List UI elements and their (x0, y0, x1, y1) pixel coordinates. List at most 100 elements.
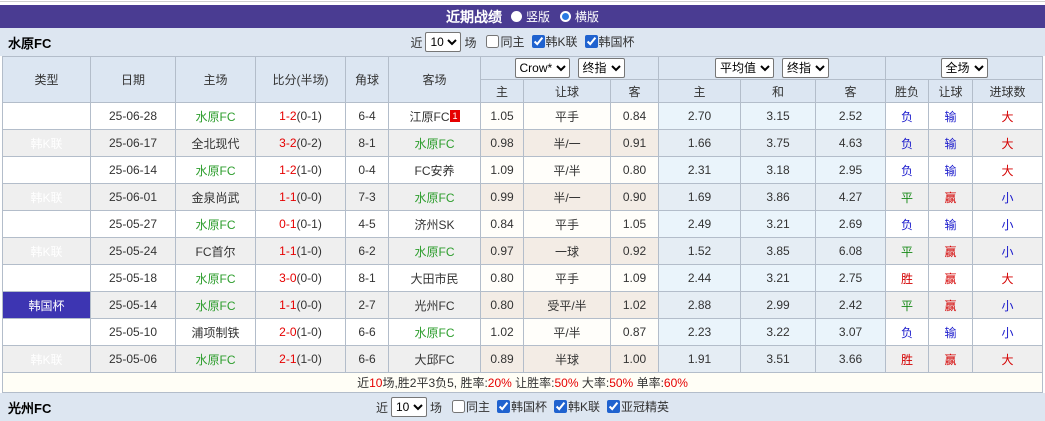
halftime-score: (0-2) (296, 136, 322, 150)
halftime-score: (0-0) (296, 271, 322, 285)
filter-option-韩K联[interactable]: 韩K联 (525, 33, 578, 50)
checkbox-韩国杯[interactable] (584, 35, 598, 48)
team-link[interactable]: 金泉尚武 (191, 191, 239, 205)
checkbox-同主[interactable] (451, 400, 465, 413)
away-team-cell: 大邱FC (388, 345, 481, 373)
team-link[interactable]: 江原FC (409, 110, 449, 124)
filter-option-韩国杯[interactable]: 韩国杯 (578, 33, 635, 50)
team-link[interactable]: 全北现代 (191, 137, 239, 151)
team-link[interactable]: FC安养 (415, 164, 455, 178)
col-score: 比分(半场) (255, 56, 346, 103)
halftime-score: (1-0) (296, 163, 322, 177)
filter-option-同主[interactable]: 同主 (479, 33, 525, 50)
goals-result-cell: 大 (972, 345, 1044, 373)
date-cell: 25-06-01 (90, 183, 176, 211)
rank-badge: 1 (450, 109, 460, 122)
team-link[interactable]: 水原FC (415, 245, 455, 259)
fulltime-score: 2-1 (279, 352, 297, 366)
checkbox-韩国杯[interactable] (497, 400, 510, 413)
hcap-away-odds: 0.91 (610, 129, 659, 157)
team-link[interactable]: 水原FC (196, 353, 236, 367)
col-euro-draw: 和 (740, 79, 816, 103)
outcome-result: 负 (901, 217, 914, 232)
euro-draw-odds: 3.51 (740, 345, 816, 373)
team-name-heading: 水原FC (8, 35, 52, 51)
outcome-cell: 负 (885, 210, 930, 238)
hcap-away-odds: 1.02 (610, 291, 659, 319)
outcome-result: 平 (901, 298, 914, 313)
halftime-score: (1-0) (296, 244, 322, 258)
team-link[interactable]: 水原FC (196, 164, 236, 178)
team-link[interactable]: 济州SK (414, 218, 454, 232)
match-count-select[interactable]: 10 (425, 32, 462, 52)
outcome-result: 负 (901, 163, 914, 178)
date-cell: 25-05-18 (90, 264, 176, 292)
score-cell: 3-2(0-2) (255, 129, 346, 157)
league-cell: 韩K联 (2, 318, 91, 346)
handicap-result-cell: 输 (928, 210, 974, 238)
table-body: 韩K联 25-06-28 水原FC 1-2(0-1) 6-4 江原FC 1 1.05 平手 0.8… (2, 102, 1044, 373)
col-outcome: 胜负 (885, 79, 930, 103)
checkbox-韩K联[interactable] (531, 35, 545, 48)
col-hcap-line: 让球 (523, 79, 611, 103)
date-cell: 25-06-28 (90, 102, 176, 130)
filter-option-亚冠精英[interactable]: 亚冠精英 (600, 398, 669, 415)
home-team-cell: 浦项制铁 (175, 318, 256, 346)
goals-result: 大 (1001, 352, 1014, 367)
next-league-filter-checkboxes: 同主 韩国杯 韩K联 亚冠精英 (445, 398, 669, 416)
outcome-cell: 负 (885, 156, 930, 184)
league-cell: 韩K联 (2, 237, 91, 265)
radio-selected-icon[interactable] (560, 11, 571, 22)
team-link[interactable]: 光州FC (415, 299, 455, 313)
outcome-cell: 胜 (885, 264, 930, 292)
team-link[interactable]: 水原FC (196, 218, 236, 232)
corner-cell: 6-6 (345, 318, 389, 346)
euro-home-odds: 2.88 (658, 291, 741, 319)
team-link[interactable]: 水原FC (196, 299, 236, 313)
date-cell: 25-05-24 (90, 237, 176, 265)
layout-option-横版[interactable]: 横版 (560, 8, 599, 25)
team-link[interactable]: 水原FC (415, 191, 455, 205)
outcome-result: 平 (901, 244, 914, 259)
filter-option-韩国杯[interactable]: 韩国杯 (490, 398, 547, 415)
handicap-select-cell: Crow* 终指 (480, 56, 659, 80)
euro-odds-type-select[interactable]: 平均值 (715, 58, 774, 78)
euro-draw-odds: 3.21 (740, 210, 816, 238)
team-link[interactable]: 水原FC (415, 326, 455, 340)
team-link[interactable]: 水原FC (415, 137, 455, 151)
bookmaker-select[interactable]: Crow* (514, 58, 570, 78)
league-cell: 韩K联 (2, 264, 91, 292)
league-cell: 韩K联 (2, 129, 91, 157)
filter-option-韩K联[interactable]: 韩K联 (547, 398, 600, 415)
team-link[interactable]: 大田市民 (410, 272, 458, 286)
team-link[interactable]: FC首尔 (196, 245, 236, 259)
team-link[interactable]: 水原FC (196, 272, 236, 286)
team-link[interactable]: 浦项制铁 (191, 326, 239, 340)
next-match-count-select[interactable]: 10 (390, 397, 427, 417)
col-euro-home: 主 (658, 79, 741, 103)
home-team-cell: 水原FC (175, 210, 256, 238)
checkbox-同主[interactable] (486, 35, 500, 48)
checkbox-韩K联[interactable] (554, 400, 568, 413)
score-cell: 2-1(1-0) (255, 345, 346, 373)
away-team-cell: 济州SK (388, 210, 481, 238)
team-link[interactable]: 大邱FC (415, 353, 455, 367)
outcome-cell: 胜 (885, 345, 930, 373)
col-goals: 进球数 (972, 79, 1044, 103)
team-link[interactable]: 水原FC (196, 110, 236, 124)
filter-option-同主[interactable]: 同主 (445, 398, 490, 415)
hcap-line: 半球 (523, 345, 611, 373)
away-team-cell: 江原FC 1 (388, 102, 481, 130)
radio-unselected-icon[interactable] (510, 11, 522, 22)
scope-select[interactable]: 全场 (940, 58, 988, 78)
home-team-cell: 金泉尚武 (175, 183, 256, 211)
league-cell: 韩K联 (2, 183, 91, 211)
checkbox-亚冠精英[interactable] (607, 400, 621, 413)
euro-time-select[interactable]: 终指 (782, 58, 829, 78)
summary-segment: 单率: (633, 376, 664, 390)
outcome-cell: 负 (885, 129, 930, 157)
filter-controls: 近 10 场 同主 韩K联 韩国杯 (0, 28, 1045, 56)
handicap-time-select[interactable]: 终指 (577, 58, 625, 78)
layout-option-竖版[interactable]: 竖版 (510, 8, 550, 25)
near-label: 近 (410, 35, 423, 50)
